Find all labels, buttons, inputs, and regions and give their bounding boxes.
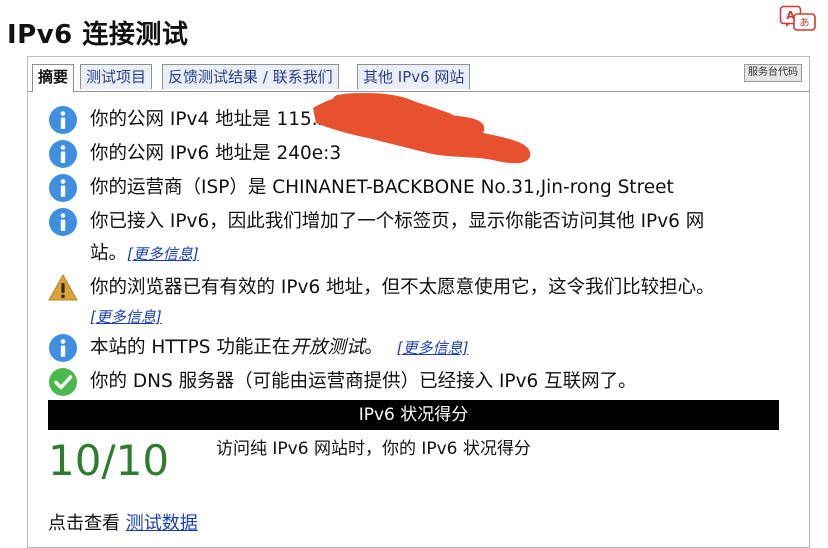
tab-feedback-contact[interactable]: 反馈测试结果 / 联系我们: [162, 64, 339, 89]
ipv4-address-text: 你的公网 IPv4 地址是 115.20: [90, 109, 342, 130]
result-dns: 你的 DNS 服务器（可能由运营商提供）已经接入 IPv6 互联网了。: [48, 367, 637, 398]
browser-warning-text: 你的浏览器已有有效的 IPv6 地址，但不太愿意使用它，这令我们比较担心。: [90, 277, 715, 298]
result-ipv6: 你的公网 IPv6 地址是 240e:3: [48, 139, 341, 170]
https-text-prefix: 本站的 HTTPS 功能正在: [90, 337, 291, 358]
tab-other-ipv6-sites[interactable]: 其他 IPv6 网站: [357, 64, 471, 89]
info-icon: [49, 208, 77, 236]
more-info-link[interactable]: [更多信息]: [397, 339, 469, 357]
helpdesk-code-button[interactable]: 服务台代码: [744, 64, 802, 82]
translate-icon[interactable]: A あ: [779, 5, 817, 33]
ipv6-tab-text-line1: 你已接入 IPv6，因此我们增加了一个标签页，显示你能否访问其他 IPv6 网: [90, 211, 705, 232]
tab-summary[interactable]: 摘要: [32, 64, 75, 92]
score-description: 访问纯 IPv6 网站时，你的 IPv6 状况得分: [216, 439, 531, 459]
info-icon: [49, 140, 77, 168]
result-ipv6-tab-added: 你已接入 IPv6，因此我们增加了一个标签页，显示你能否访问其他 IPv6 网 …: [48, 207, 704, 270]
info-icon: [49, 334, 77, 362]
info-icon: [49, 174, 77, 202]
ipv6-address-text: 你的公网 IPv6 地址是 240e:3: [90, 143, 342, 164]
https-text-suffix: 。: [364, 337, 383, 358]
ipv6-tab-text-line2: 站。: [90, 243, 128, 264]
tab-test-items[interactable]: 测试项目: [80, 64, 153, 89]
svg-text:あ: あ: [800, 17, 810, 29]
tab-bar: 摘要 测试项目 反馈测试结果 / 联系我们 其他 IPv6 网站 服务台代码: [28, 57, 809, 92]
more-info-link[interactable]: [更多信息]: [127, 245, 199, 263]
warning-icon: [48, 273, 78, 301]
view-test-data: 点击查看 测试数据: [48, 509, 198, 535]
more-info-link[interactable]: [更多信息]: [90, 306, 162, 327]
result-browser-warning: 你的浏览器已有有效的 IPv6 地址，但不太愿意使用它，这令我们比较担心。: [48, 273, 715, 304]
score-header-bar: IPv6 状况得分: [48, 400, 779, 430]
result-ipv4: 你的公网 IPv4 地址是 115.20: [48, 105, 341, 136]
info-icon: [49, 106, 77, 134]
dns-text: 你的 DNS 服务器（可能由运营商提供）已经接入 IPv6 互联网了。: [90, 371, 637, 392]
check-icon: [49, 368, 77, 396]
result-https: 本站的 HTTPS 功能正在开放测试。 [更多信息]: [48, 333, 469, 364]
redaction-mark: [313, 93, 531, 164]
page-title: IPv6 连接测试: [7, 20, 189, 50]
score-value: 10/10: [48, 436, 170, 485]
https-text-emphasis: 开放测试: [290, 337, 365, 358]
